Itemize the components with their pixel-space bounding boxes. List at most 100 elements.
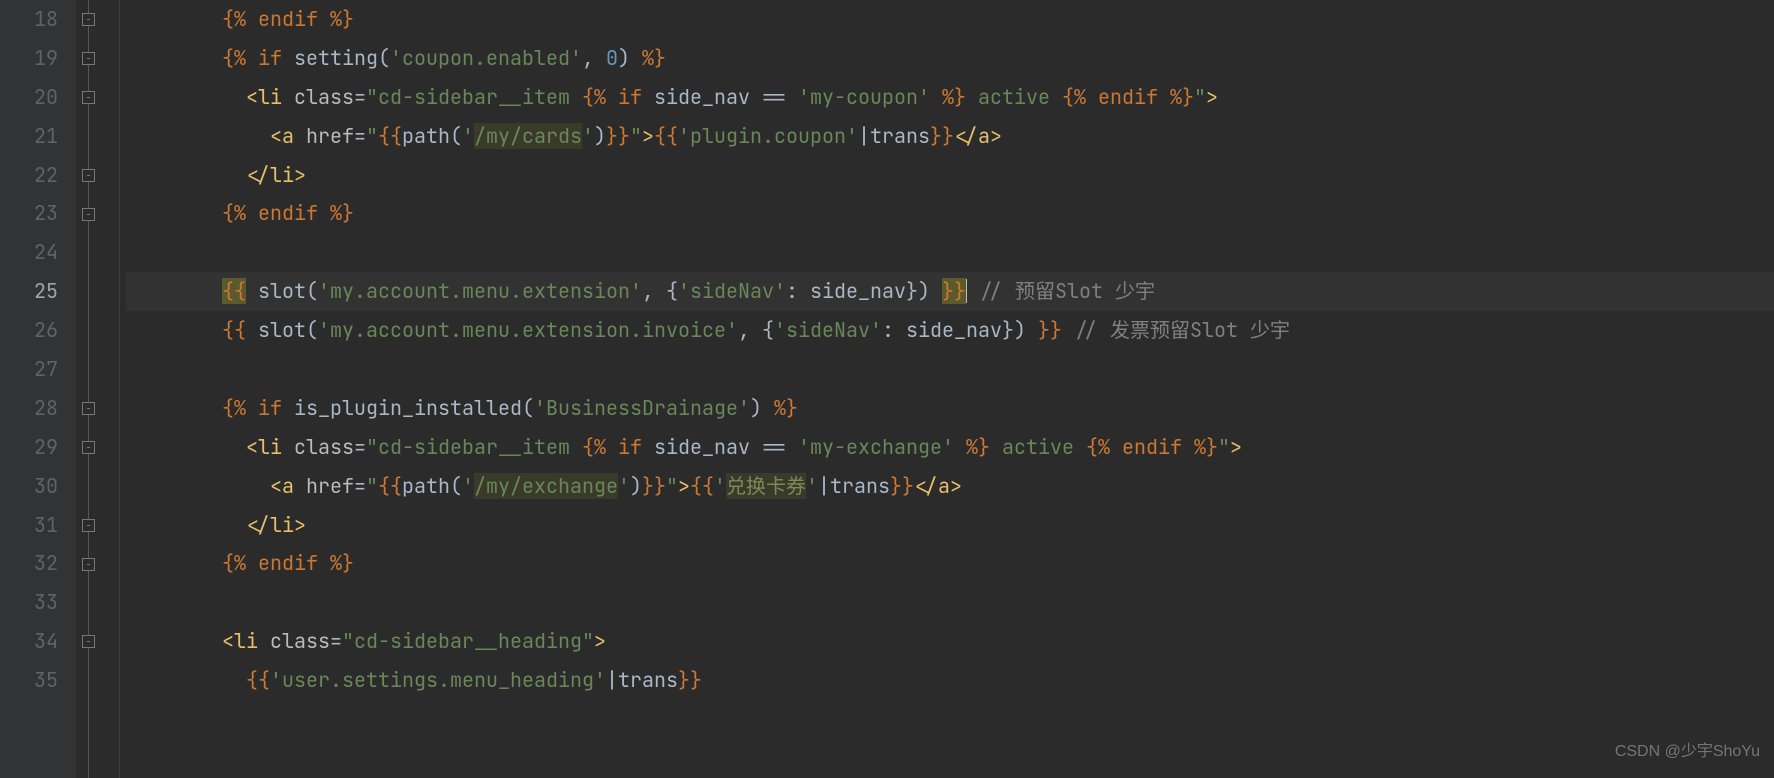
code-token: > — [1230, 434, 1242, 460]
code-token: path( — [402, 473, 462, 499]
code-token: <li — [222, 628, 270, 654]
fold-close-icon[interactable]: − — [82, 558, 95, 571]
code-token: ' — [618, 473, 630, 499]
code-token — [126, 317, 222, 343]
code-line[interactable]: {% if setting('coupon.enabled', 0) %} — [126, 39, 1774, 78]
code-token — [126, 200, 222, 226]
code-token — [126, 512, 246, 538]
code-line[interactable]: <li class="cd-sidebar__heading"> — [126, 622, 1774, 661]
code-token: href — [306, 123, 354, 149]
line-number: 24 — [0, 233, 58, 272]
code-area[interactable]: {% endif %} {% if setting('coupon.enable… — [120, 0, 1774, 778]
code-token: {% — [222, 550, 258, 576]
code-token: endif — [258, 200, 318, 226]
code-token: <a — [270, 123, 306, 149]
code-token: // 发票预留Slot 少宇 — [1074, 317, 1290, 343]
code-token: ' — [462, 473, 474, 499]
code-token: %} — [642, 45, 666, 71]
code-token: </li> — [246, 162, 306, 188]
code-line[interactable]: </li> — [126, 506, 1774, 545]
fold-close-icon[interactable]: − — [82, 169, 95, 182]
code-editor[interactable]: 181920212223242526272829303132333435 − − −… — [0, 0, 1774, 778]
fold-close-icon[interactable]: − — [82, 13, 95, 26]
fold-open-icon[interactable]: − — [82, 52, 95, 65]
code-token: "cd-sidebar__heading" — [342, 628, 594, 654]
code-token: {{ — [690, 473, 714, 499]
code-line[interactable]: <li class="cd-sidebar__item {% if side_n… — [126, 428, 1774, 467]
code-line[interactable] — [126, 350, 1774, 389]
line-number-gutter: 181920212223242526272829303132333435 — [0, 0, 76, 778]
code-token — [930, 84, 942, 110]
code-token: endif — [258, 550, 318, 576]
code-line[interactable]: </li> — [126, 156, 1774, 195]
code-token: : side_nav}) — [786, 278, 942, 304]
code-token — [126, 84, 246, 110]
code-line[interactable]: {% if is_plugin_installed('BusinessDrain… — [126, 389, 1774, 428]
line-number: 21 — [0, 117, 58, 156]
code-token: = — [354, 123, 366, 149]
line-number: 32 — [0, 544, 58, 583]
line-number: 31 — [0, 506, 58, 545]
code-token: }} — [890, 473, 914, 499]
code-token: , { — [738, 317, 774, 343]
code-token — [126, 628, 222, 654]
code-token: " — [1218, 434, 1230, 460]
code-line[interactable]: {% endif %} — [126, 0, 1774, 39]
code-token: %} — [318, 550, 354, 576]
code-line[interactable] — [126, 583, 1774, 622]
code-token: {{ — [222, 317, 246, 343]
line-number: 26 — [0, 311, 58, 350]
code-token: ) — [594, 123, 606, 149]
code-token: if — [258, 45, 282, 71]
code-token: 'sideNav' — [678, 278, 786, 304]
code-token — [282, 45, 294, 71]
code-token — [126, 434, 246, 460]
fold-close-icon[interactable]: − — [82, 208, 95, 221]
code-token: if — [618, 84, 642, 110]
code-token: 'BusinessDrainage' — [534, 395, 750, 421]
code-token — [126, 473, 270, 499]
line-number: 34 — [0, 622, 58, 661]
code-token: }} — [678, 667, 702, 693]
code-token: if — [618, 434, 642, 460]
fold-open-icon[interactable]: − — [82, 91, 95, 104]
code-token: {% — [582, 434, 618, 460]
code-line[interactable] — [126, 233, 1774, 272]
code-line[interactable]: {% endif %} — [126, 544, 1774, 583]
code-token: {{ — [246, 667, 270, 693]
code-line[interactable]: <li class="cd-sidebar__item {% if side_n… — [126, 78, 1774, 117]
code-line[interactable]: {{ slot('my.account.menu.extension', {'s… — [126, 272, 1774, 311]
code-line[interactable]: {{'user.settings.menu_heading'|trans}} — [126, 661, 1774, 700]
code-token: ' — [582, 123, 594, 149]
code-line[interactable]: <a href="{{path('/my/cards')}}">{{'plugi… — [126, 117, 1774, 156]
code-token: {% — [222, 6, 258, 32]
code-token: 'plugin.coupon' — [678, 123, 858, 149]
code-token: {% — [222, 200, 258, 226]
code-token: " — [366, 123, 378, 149]
code-token: = — [330, 628, 342, 654]
code-token: "cd-sidebar__item — [366, 434, 582, 460]
fold-open-icon[interactable]: − — [82, 402, 95, 415]
code-token: 'my.account.menu.extension' — [318, 278, 642, 304]
code-token — [126, 278, 222, 304]
code-token: </a> — [914, 473, 962, 499]
code-token: = — [354, 84, 366, 110]
code-token: %} — [318, 200, 354, 226]
code-token: | — [606, 667, 618, 693]
code-token: " — [666, 473, 678, 499]
code-token: 'my-coupon' — [798, 84, 930, 110]
line-number: 27 — [0, 350, 58, 389]
fold-open-icon[interactable]: − — [82, 441, 95, 454]
code-token: | — [858, 123, 870, 149]
code-token: 'sideNav' — [774, 317, 882, 343]
code-line[interactable]: <a href="{{path('/my/exchange')}}">{{'兑换… — [126, 467, 1774, 506]
code-token — [126, 123, 270, 149]
code-line[interactable]: {% endif %} — [126, 194, 1774, 233]
fold-close-icon[interactable]: − — [82, 519, 95, 532]
fold-open-icon[interactable]: − — [82, 635, 95, 648]
code-token — [954, 434, 966, 460]
code-token: /my/exchange — [474, 473, 618, 499]
code-token: %} — [318, 6, 354, 32]
code-line[interactable]: {{ slot('my.account.menu.extension.invoi… — [126, 311, 1774, 350]
code-token: </a> — [954, 123, 1002, 149]
